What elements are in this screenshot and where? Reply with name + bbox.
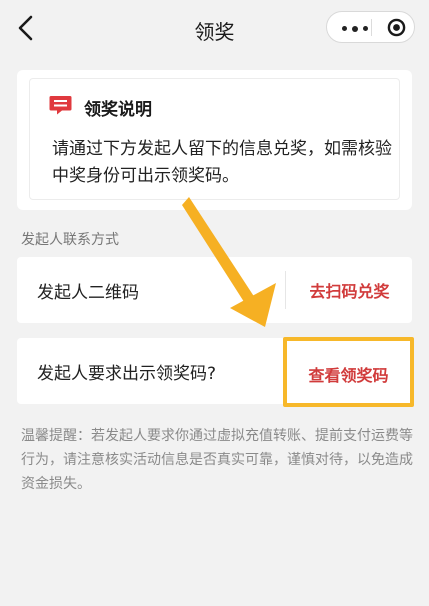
- highlight-box: 查看领奖码: [283, 337, 414, 407]
- nav-bar: 领奖: [0, 0, 429, 56]
- notice-inner-box: 领奖说明 请通过下方发起人留下的信息兑奖，如需核验中奖身份可出示领奖码。: [29, 78, 400, 200]
- redeem-code-question: 发起人要求出示领奖码?: [37, 364, 217, 384]
- mini-program-capsule: [326, 11, 415, 43]
- section-label: 发起人联系方式: [21, 232, 119, 248]
- target-close-icon[interactable]: [387, 18, 406, 37]
- row-divider: [285, 271, 286, 309]
- scan-redeem-button[interactable]: 去扫码兑奖: [287, 278, 412, 302]
- qr-code-label: 发起人二维码: [37, 283, 139, 303]
- capsule-divider: [371, 19, 372, 36]
- notice-title: 领奖说明: [84, 100, 152, 120]
- message-icon: [49, 96, 72, 115]
- view-redeem-code-button[interactable]: 查看领奖码: [287, 362, 410, 386]
- notice-body: 请通过下方发起人留下的信息兑奖，如需核验中奖身份可出示领奖码。: [52, 139, 392, 186]
- notice-card: 领奖说明 请通过下方发起人留下的信息兑奖，如需核验中奖身份可出示领奖码。: [17, 70, 412, 210]
- warning-tip: 温馨提醒：若发起人要求你通过虚拟充值转账、提前支付运费等行为，请注意核实活动信息…: [21, 428, 413, 492]
- more-dots-icon[interactable]: [342, 25, 368, 32]
- qr-code-row: 发起人二维码 去扫码兑奖: [17, 257, 412, 323]
